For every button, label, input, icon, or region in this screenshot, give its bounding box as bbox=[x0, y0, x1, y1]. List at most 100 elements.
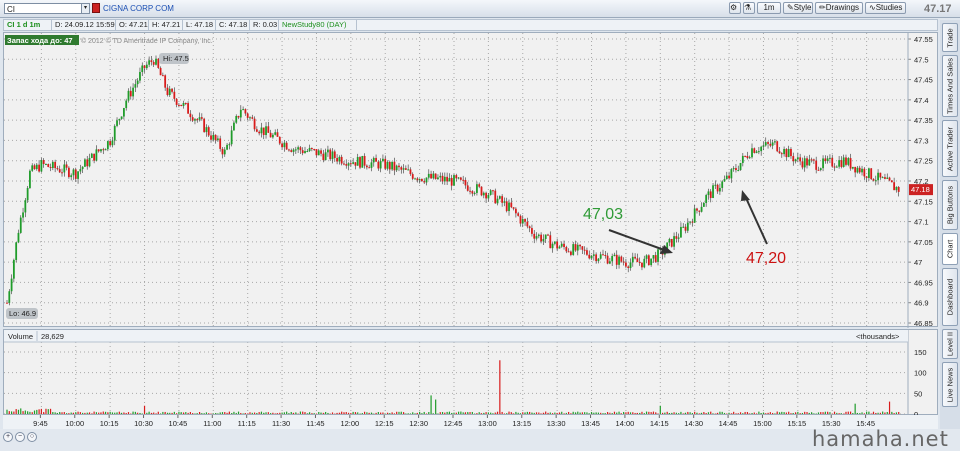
candle-body bbox=[833, 166, 836, 168]
volume-bar bbox=[593, 412, 595, 414]
timeframe-button[interactable]: 1m bbox=[757, 2, 781, 14]
volume-bar bbox=[215, 413, 217, 414]
drawings-button[interactable]: ✏Drawings bbox=[815, 2, 863, 14]
volume-bar bbox=[320, 412, 322, 414]
symbol-input[interactable]: CI bbox=[4, 3, 83, 14]
volume-bar bbox=[389, 413, 391, 414]
candle-body bbox=[622, 261, 625, 263]
candle-body bbox=[191, 117, 194, 121]
candle-body bbox=[322, 153, 325, 161]
candle-body bbox=[739, 162, 742, 171]
volume-bar bbox=[707, 412, 710, 414]
zoom-reset-icon[interactable]: ○ bbox=[27, 432, 37, 442]
candle-body bbox=[340, 156, 343, 164]
side-tab-strip: Trade Times And Sales Active Trader Big … bbox=[940, 20, 960, 430]
volume-bar bbox=[714, 413, 716, 415]
time-tick-label: 13:15 bbox=[512, 419, 531, 428]
candle-body bbox=[767, 142, 769, 144]
volume-bar bbox=[368, 412, 370, 414]
volume-bar bbox=[760, 413, 762, 414]
candle-body bbox=[519, 215, 522, 224]
time-tick-label: 14:15 bbox=[650, 419, 669, 428]
tab-level-ii[interactable]: Level II bbox=[942, 329, 958, 359]
volume-bar bbox=[863, 413, 865, 414]
volume-bar bbox=[292, 412, 295, 414]
volume-bar bbox=[111, 412, 114, 414]
tab-chart[interactable]: Chart bbox=[942, 233, 958, 265]
volume-bar bbox=[480, 413, 483, 414]
tab-dashboard[interactable]: Dashboard bbox=[942, 268, 958, 326]
tab-trade[interactable]: Trade bbox=[942, 23, 958, 52]
volume-bar bbox=[744, 411, 746, 414]
candle-body bbox=[835, 166, 838, 168]
tab-active-trader[interactable]: Active Trader bbox=[942, 120, 958, 177]
tab-times-and-sales[interactable]: Times And Sales bbox=[942, 55, 958, 117]
volume-bar bbox=[735, 413, 737, 414]
volume-bar bbox=[350, 412, 352, 414]
volume-bar bbox=[471, 411, 473, 414]
candle-body bbox=[448, 177, 451, 182]
volume-bar bbox=[52, 412, 54, 414]
volume-bar bbox=[132, 411, 134, 414]
volume-bar bbox=[384, 413, 386, 415]
time-tick-label: 10:45 bbox=[169, 419, 188, 428]
wrench-icon[interactable]: ⚙ bbox=[729, 2, 741, 14]
candle-body bbox=[249, 117, 251, 119]
volume-bar bbox=[549, 412, 551, 414]
time-tick-label: 12:30 bbox=[409, 419, 428, 428]
symbol-dropdown-icon[interactable]: ▾ bbox=[81, 3, 90, 14]
volume-bar bbox=[253, 412, 256, 414]
candle-body bbox=[888, 177, 891, 181]
volume-chart[interactable]: 150100500 Volume 28,629 <thousands> bbox=[4, 330, 939, 416]
volume-bar bbox=[407, 413, 409, 414]
volume-bar bbox=[281, 412, 283, 414]
volume-bar bbox=[788, 411, 790, 414]
flask-icon[interactable]: ⚗ bbox=[743, 2, 755, 14]
candle-body bbox=[132, 87, 134, 97]
candle-body bbox=[152, 61, 155, 65]
volume-bar bbox=[664, 412, 666, 414]
tab-big-buttons[interactable]: Big Buttons bbox=[942, 180, 958, 230]
style-button[interactable]: ✎Style bbox=[783, 2, 813, 14]
volume-label: Volume bbox=[8, 332, 33, 341]
price-chart[interactable]: 47.5547.547.4547.447.3547.347.2547.247.1… bbox=[4, 33, 939, 328]
zoom-out-icon[interactable]: − bbox=[15, 432, 25, 442]
volume-bar bbox=[556, 412, 558, 414]
volume-bar bbox=[329, 413, 331, 415]
volume-bar bbox=[492, 413, 494, 414]
volume-bar bbox=[146, 412, 148, 414]
tab-live-news[interactable]: Live News bbox=[942, 362, 958, 407]
volume-bar bbox=[341, 411, 343, 414]
volume-bar bbox=[813, 413, 815, 414]
symbol-flag-icon[interactable] bbox=[92, 3, 100, 13]
price-panel[interactable]: 47.55 47.5 47.45 47.4 47.35 47.3 47.25 47.2 47.1… bbox=[3, 32, 939, 328]
volume-bar bbox=[194, 413, 196, 414]
volume-bar bbox=[648, 411, 650, 414]
volume-bar bbox=[334, 413, 336, 415]
candle-body bbox=[872, 179, 875, 181]
volume-bar bbox=[8, 411, 10, 414]
candle-body bbox=[391, 161, 394, 170]
candle-body bbox=[547, 234, 549, 236]
candle-body bbox=[90, 153, 93, 158]
candle-body bbox=[556, 241, 559, 249]
candle-body bbox=[123, 108, 125, 117]
candle-body bbox=[643, 258, 646, 268]
volume-bar bbox=[72, 412, 75, 414]
time-tick-label: 10:30 bbox=[134, 419, 153, 428]
time-tick-label: 13:45 bbox=[581, 419, 600, 428]
candle-body bbox=[347, 163, 350, 166]
candle-body bbox=[47, 163, 50, 167]
volume-bar bbox=[171, 412, 173, 414]
candle-body bbox=[203, 118, 206, 133]
studies-button[interactable]: ∿Studies bbox=[865, 2, 906, 14]
volume-bar bbox=[659, 405, 661, 414]
volume-bar bbox=[728, 412, 730, 414]
price-tick-label: 47.15 bbox=[914, 197, 933, 206]
volume-bar bbox=[164, 411, 166, 414]
candle-body bbox=[216, 138, 219, 141]
candle-body bbox=[86, 159, 89, 167]
volume-panel[interactable]: 150 100 50 0 Volume 28,629 <thousands> bbox=[3, 329, 939, 416]
time-tick-label: 14:45 bbox=[719, 419, 738, 428]
zoom-in-icon[interactable]: + bbox=[3, 432, 13, 442]
